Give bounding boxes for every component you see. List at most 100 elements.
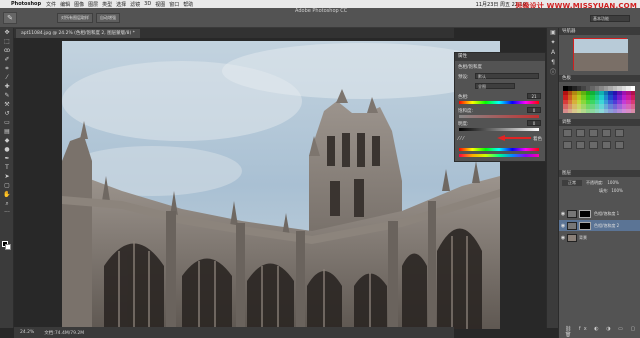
layer-row-selected[interactable]: ◉ 色相/饱和度 2 — [559, 220, 640, 231]
lightness-slider[interactable] — [459, 128, 539, 131]
saturation-label: 饱和度: — [458, 109, 474, 114]
menu-item-3d[interactable]: 3D — [142, 1, 153, 7]
lightness-value[interactable]: 0 — [527, 120, 541, 126]
layer-name: 色相/饱和度 2 — [594, 222, 620, 228]
menu-item-select[interactable]: 选择 — [114, 1, 128, 8]
levels-adjustment-icon[interactable] — [576, 129, 585, 137]
red-arrow-annotation — [497, 135, 531, 141]
hue-saturation-adjustment-icon[interactable] — [563, 141, 572, 149]
fill-value[interactable]: 100% — [611, 188, 622, 194]
menu-item-image[interactable]: 图像 — [72, 1, 86, 8]
color-balance-adjustment-icon[interactable] — [576, 141, 585, 149]
layers-header[interactable]: 图层 — [559, 170, 640, 177]
properties-header[interactable]: 属性 — [455, 53, 545, 61]
adjustments-header[interactable]: 调整 — [559, 119, 640, 126]
black-white-adjustment-icon[interactable] — [589, 141, 598, 149]
status-bar: 24.2% 文档:74.4M/79.2M — [14, 327, 454, 338]
document-tab-bar: apt11084.jpg @ 24.2% (色相/饱和度 2, 图层蒙版/8) … — [14, 28, 454, 38]
opacity-label: 不透明度: — [586, 180, 604, 185]
auto-enhance-checkbox[interactable]: 自动增强 — [96, 12, 120, 23]
menu-bar: Photoshop 文件 编辑 图像 图层 类型 选择 滤镜 3D 视图 窗口 … — [0, 0, 640, 10]
crop-tool-icon[interactable]: ⌗ — [0, 64, 14, 73]
color-swatch[interactable] — [630, 108, 635, 113]
dodge-tool-icon[interactable]: ● — [0, 145, 14, 154]
brightness-adjustment-icon[interactable] — [563, 129, 572, 137]
canvas-area[interactable] — [14, 38, 500, 329]
layers-footer-icons[interactable]: ⛓ fx ◐ ◑ ▭ ▢ 🗑 — [565, 326, 640, 338]
options-bar: ✎ 对所有图层取样 自动增强 Adobe Photoshop CC 基本功能 — [0, 8, 640, 28]
eye-icon[interactable]: ◉ — [559, 235, 567, 241]
menu-item-help[interactable]: 帮助 — [181, 1, 195, 8]
zoom-tool-icon[interactable]: ⌕ — [0, 199, 14, 208]
workspace-switcher[interactable]: 基本功能 — [590, 15, 630, 22]
shape-tool-icon[interactable]: ▢ — [0, 181, 14, 190]
menu-item-window[interactable]: 窗口 — [167, 1, 181, 8]
fill-label: 填充: — [599, 188, 609, 193]
menu-item-type[interactable]: 类型 — [100, 1, 114, 8]
document-tab[interactable]: apt11084.jpg @ 24.2% (色相/饱和度 2, 图层蒙版/8) … — [16, 29, 140, 38]
app-name[interactable]: Photoshop — [8, 1, 44, 7]
layer-mask-thumbnail[interactable] — [579, 209, 591, 218]
quick-select-tool-icon[interactable]: ✐ — [0, 55, 14, 64]
vibrance-adjustment-icon[interactable] — [615, 129, 624, 137]
lightness-label: 明度: — [458, 122, 469, 127]
clone-stamp-tool-icon[interactable]: ⚒ — [0, 100, 14, 109]
saturation-value[interactable]: 0 — [527, 107, 541, 113]
layer-row[interactable]: ◉ 色相/饱和度 1 — [559, 208, 640, 219]
brush-tool-icon[interactable]: ✎ — [0, 91, 14, 100]
path-select-tool-icon[interactable]: ➤ — [0, 172, 14, 181]
opacity-value[interactable]: 100% — [607, 180, 618, 186]
background-color-swatch[interactable] — [5, 244, 11, 250]
eraser-tool-icon[interactable]: ▭ — [0, 118, 14, 127]
exposure-adjustment-icon[interactable] — [602, 129, 611, 137]
marquee-tool-icon[interactable]: ⬚ — [0, 37, 14, 46]
sample-all-layers-checkbox[interactable]: 对所有图层取样 — [57, 12, 93, 23]
pen-tool-icon[interactable]: ✒ — [0, 154, 14, 163]
adjustments-grid — [563, 129, 640, 149]
photo-filter-adjustment-icon[interactable] — [602, 141, 611, 149]
gradient-tool-icon[interactable]: ▤ — [0, 127, 14, 136]
eye-icon[interactable]: ◉ — [559, 211, 567, 217]
lasso-tool-icon[interactable]: ꝏ — [0, 46, 14, 55]
channel-mixer-adjustment-icon[interactable] — [615, 141, 624, 149]
window-title: Adobe Photoshop CC — [295, 8, 348, 14]
zoom-level[interactable]: 24.2% — [20, 330, 34, 335]
menu-item-layer[interactable]: 图层 — [86, 1, 100, 8]
swatch-grid[interactable] — [563, 86, 637, 116]
saturation-slider[interactable] — [459, 115, 539, 118]
brush-tool-icon[interactable]: ✎ — [3, 11, 17, 24]
swatches-header[interactable]: 色板 — [559, 75, 640, 82]
healing-tool-icon[interactable]: ✚ — [0, 82, 14, 91]
eyedropper-tool-icon[interactable]: ⁄ — [0, 73, 14, 82]
type-tool-icon[interactable]: T — [0, 163, 14, 172]
menu-item-view[interactable]: 视图 — [153, 1, 167, 8]
blur-tool-icon[interactable]: ◆ — [0, 136, 14, 145]
channel-dropdown[interactable]: 全图 — [475, 83, 515, 89]
layer-row[interactable]: ◉ 背景 — [559, 232, 640, 243]
hue-spectrum-bar — [459, 148, 539, 151]
document-size: 文档:74.4M/79.2M — [44, 330, 85, 336]
hand-tool-icon[interactable]: ✋ — [0, 190, 14, 199]
preset-label: 预设: — [458, 75, 469, 80]
layer-mask-thumbnail[interactable] — [579, 221, 591, 230]
preset-dropdown[interactable]: 默认 — [475, 73, 539, 79]
menu-item-file[interactable]: 文件 — [44, 1, 58, 8]
navigator-thumbnail[interactable] — [573, 38, 628, 71]
photoshop-window: Photoshop 文件 编辑 图像 图层 类型 选择 滤镜 3D 视图 窗口 … — [0, 0, 640, 338]
colorize-label[interactable]: 着色 — [533, 136, 542, 142]
blend-mode-dropdown[interactable]: 正常 — [562, 180, 582, 186]
fill-row: 填充: 100% — [599, 188, 623, 194]
move-tool-icon[interactable]: ✥ — [0, 28, 14, 37]
navigator-header[interactable]: 导航器 — [559, 28, 640, 35]
layer-name: 背景 — [579, 234, 587, 240]
hue-slider[interactable] — [459, 101, 539, 104]
eyedropper-icons[interactable]: ⁄ ⁄ ⁄ — [458, 136, 464, 142]
navigator-sky — [574, 39, 628, 53]
hue-value[interactable]: 21 — [527, 93, 541, 99]
menu-item-edit[interactable]: 编辑 — [58, 1, 72, 8]
eye-icon[interactable]: ◉ — [559, 223, 567, 229]
curves-adjustment-icon[interactable] — [589, 129, 598, 137]
history-brush-tool-icon[interactable]: ↺ — [0, 109, 14, 118]
menu-item-filter[interactable]: 滤镜 — [128, 1, 142, 8]
more-tools-icon[interactable]: ··· — [0, 208, 14, 217]
